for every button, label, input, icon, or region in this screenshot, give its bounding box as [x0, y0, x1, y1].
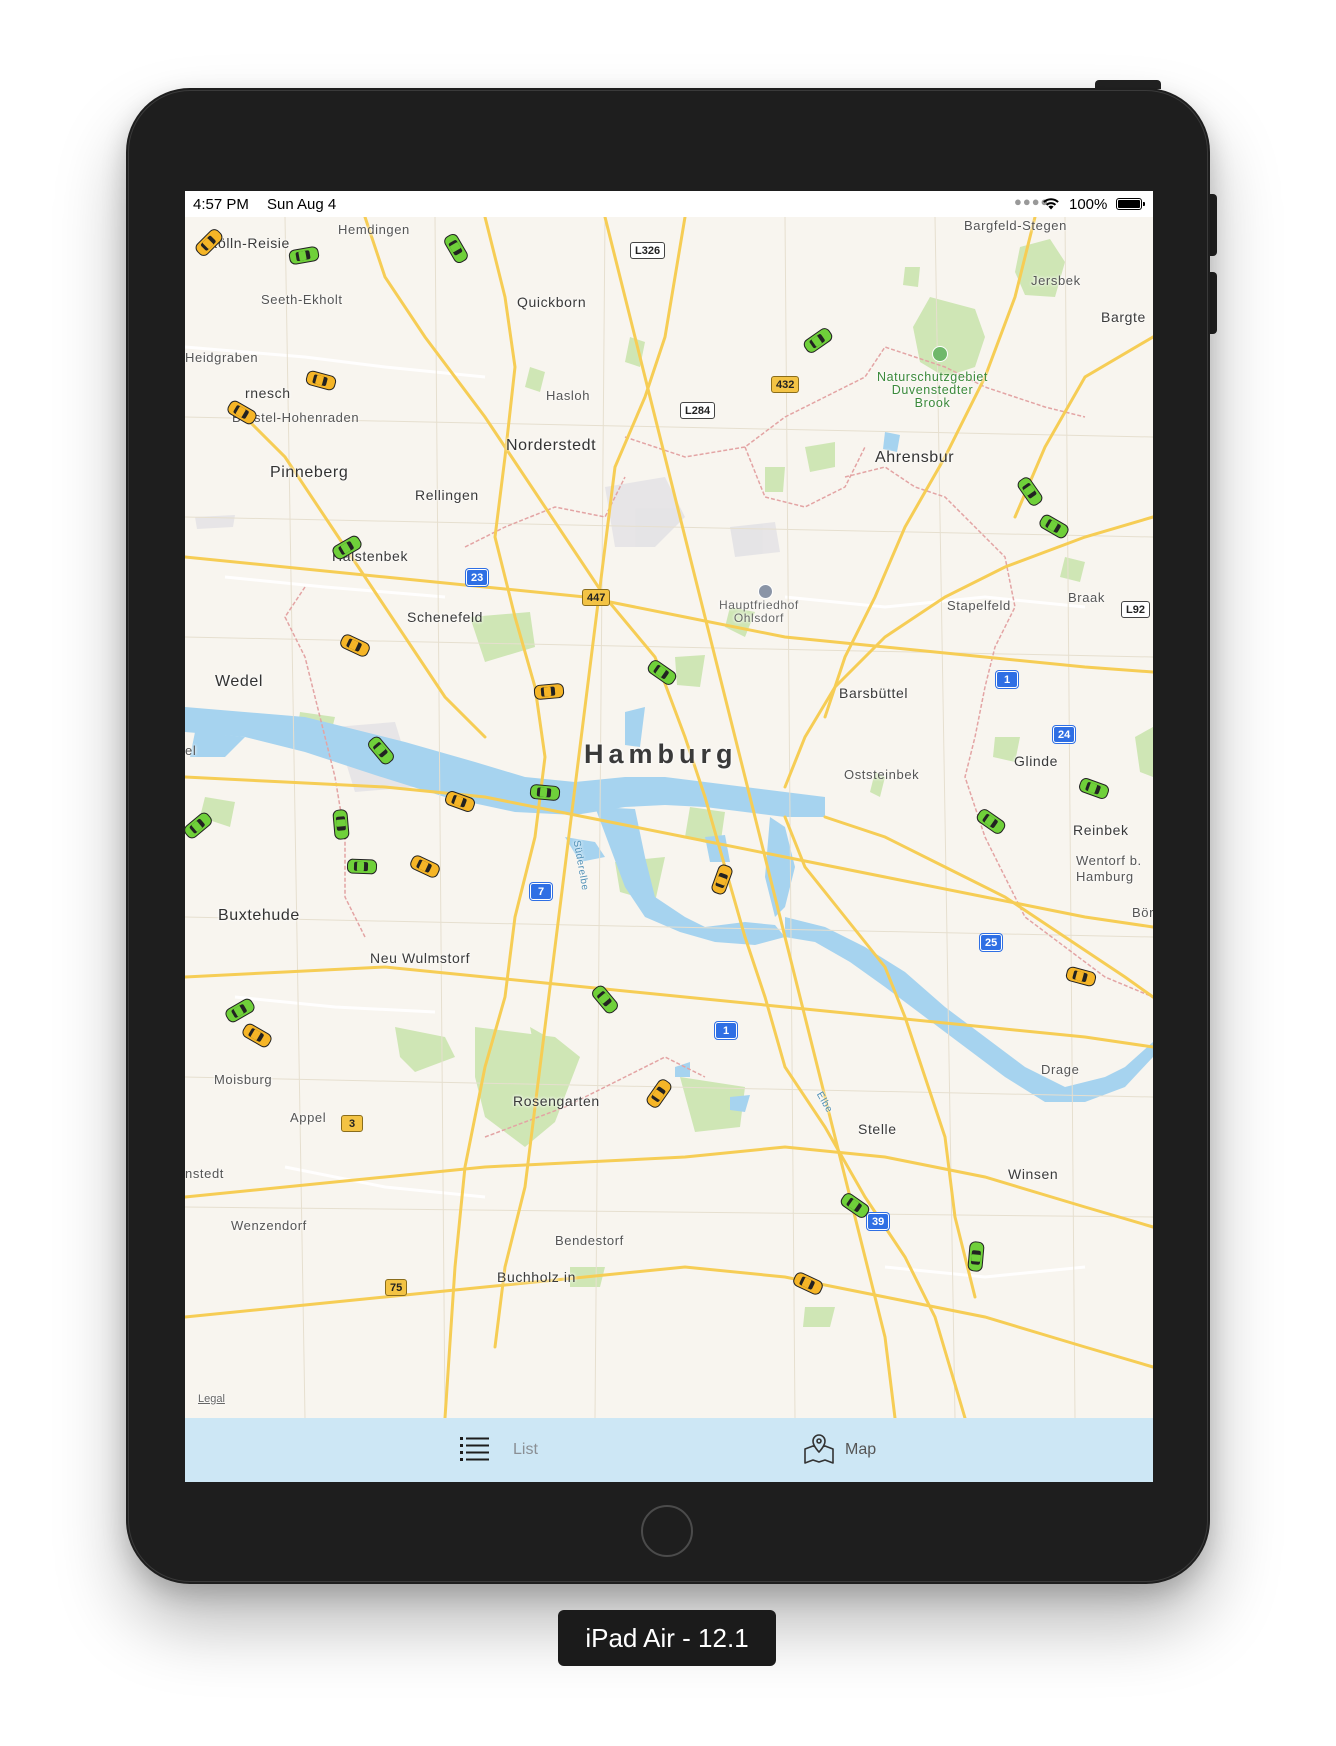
road-shield-l284: L284 [680, 402, 716, 419]
place-label-el: el [185, 743, 197, 758]
taxi-marker-green[interactable] [346, 858, 378, 875]
place-label-buxtehude: Buxtehude [218, 907, 300, 924]
tab-list-label: List [513, 1441, 538, 1458]
place-label-appel: Appel [290, 1110, 327, 1125]
place-label-heidgraben: Heidgraben [185, 350, 259, 365]
place-label-bargteheide: Bargte [1101, 309, 1146, 325]
place-label-hasloh: Hasloh [546, 388, 591, 403]
place-label-drage: Drage [1041, 1062, 1080, 1077]
place-label-hollenstedt: nstedt [185, 1166, 225, 1181]
wifi-icon [1043, 198, 1059, 210]
road-shield-447: 447 [582, 589, 611, 606]
place-label-ellerau: rnesch [245, 385, 291, 401]
place-label-braak: Braak [1068, 590, 1105, 605]
place-label-buchholz: Buchholz in [497, 1269, 576, 1285]
road-shield-432: 432 [771, 376, 800, 393]
place-label-hemdingen: Hemdingen [338, 222, 410, 237]
tab-map-label: Map [845, 1441, 877, 1458]
map-base-layer [185, 217, 1153, 1418]
taxi-marker-green[interactable] [967, 1240, 985, 1273]
place-label-stapelfeld: Stapelfeld [947, 598, 1011, 613]
place-label-schenefeld: Schenefeld [407, 609, 484, 625]
road-shield-75: 75 [385, 1279, 408, 1296]
place-label-jersbek: Jersbek [1031, 273, 1081, 288]
poi-label-hauptfriedhof-ohlsdorf: Hauptfriedhof Ohlsdorf [719, 598, 799, 625]
legal-link[interactable]: Legal [198, 1393, 225, 1405]
taxi-marker-green[interactable] [529, 783, 561, 802]
battery-icon [1116, 198, 1145, 210]
place-label-pinneberg: Pinneberg [270, 464, 349, 481]
list-icon [460, 1437, 489, 1461]
road-shield-l326: L326 [630, 242, 666, 259]
taxi-marker-green[interactable] [332, 808, 350, 841]
app-screen: 4:57 PM Sun Aug 4 ●●●● 100% Hamburg Nord… [185, 191, 1153, 1482]
place-label-stelle: Stelle [858, 1121, 897, 1137]
home-button[interactable] [641, 1505, 693, 1557]
status-date: Sun Aug 4 [267, 196, 337, 213]
road-shield-a23: 23 [466, 569, 489, 586]
road-shield-3: 3 [341, 1115, 363, 1132]
place-label-barsbuettel: Barsbüttel [839, 685, 909, 701]
volume-down-button [1209, 272, 1217, 334]
park-marker-icon [932, 346, 948, 362]
place-label-bendestorf: Bendestorf [555, 1233, 624, 1248]
road-shield-a7: 7 [530, 883, 552, 900]
volume-up-button [1209, 194, 1217, 256]
place-label-winsen: Winsen [1008, 1166, 1059, 1182]
road-shield-a39: 39 [867, 1213, 890, 1230]
place-label-glinde: Glinde [1014, 753, 1059, 769]
road-shield-a1-north: 1 [996, 671, 1018, 688]
place-label-boernsen: Bör [1132, 905, 1153, 920]
park-label-duvenstedter-brook: Naturschutzgebiet Duvenstedter Brook [877, 370, 988, 410]
road-shield-a1-south: 1 [715, 1022, 737, 1039]
simulator-device-label: iPad Air - 12.1 [558, 1610, 776, 1666]
road-shield-a25: 25 [980, 934, 1003, 951]
place-label-wenzendorf: Wenzendorf [231, 1218, 307, 1233]
place-label-moisburg: Moisburg [214, 1072, 273, 1087]
tab-list[interactable]: List [459, 1418, 559, 1482]
tab-map[interactable]: Map [803, 1418, 903, 1482]
status-time: 4:57 PM [193, 196, 249, 213]
place-label-wedel: Wedel [215, 673, 264, 690]
taxi-marker-yellow[interactable] [533, 682, 565, 701]
road-shield-l92: L92 [1121, 601, 1150, 618]
place-label-oststeinbek: Oststeinbek [844, 767, 920, 782]
place-label-neu-wulmstorf: Neu Wulmstorf [370, 950, 471, 966]
place-label-rosengarten: Rosengarten [513, 1093, 600, 1109]
road-shield-a24: 24 [1053, 726, 1076, 743]
map-pin-icon [804, 1434, 834, 1464]
place-label-rellingen: Rellingen [415, 487, 479, 503]
place-label-wentorf: Wentorf b. Hamburg [1076, 853, 1142, 884]
cemetery-marker-icon [758, 584, 773, 599]
map-view[interactable]: Hamburg Norderstedt Pinneberg Wedel Buxt… [185, 217, 1153, 1418]
place-label-reinbek: Reinbek [1073, 822, 1129, 838]
place-label-quickborn: Quickborn [517, 294, 587, 310]
status-bar: 4:57 PM Sun Aug 4 ●●●● 100% [185, 191, 1153, 217]
city-label-hamburg: Hamburg [584, 739, 738, 769]
battery-percentage: 100% [1069, 196, 1108, 213]
place-label-bargfeld-stegen: Bargfeld-Stegen [964, 218, 1067, 233]
place-label-seeth-ekholt: Seeth-Ekholt [261, 292, 343, 307]
tab-bar: List Map [185, 1418, 1153, 1482]
place-label-norderstedt: Norderstedt [506, 437, 597, 454]
place-label-ahrensburg: Ahrensbur [875, 449, 955, 466]
